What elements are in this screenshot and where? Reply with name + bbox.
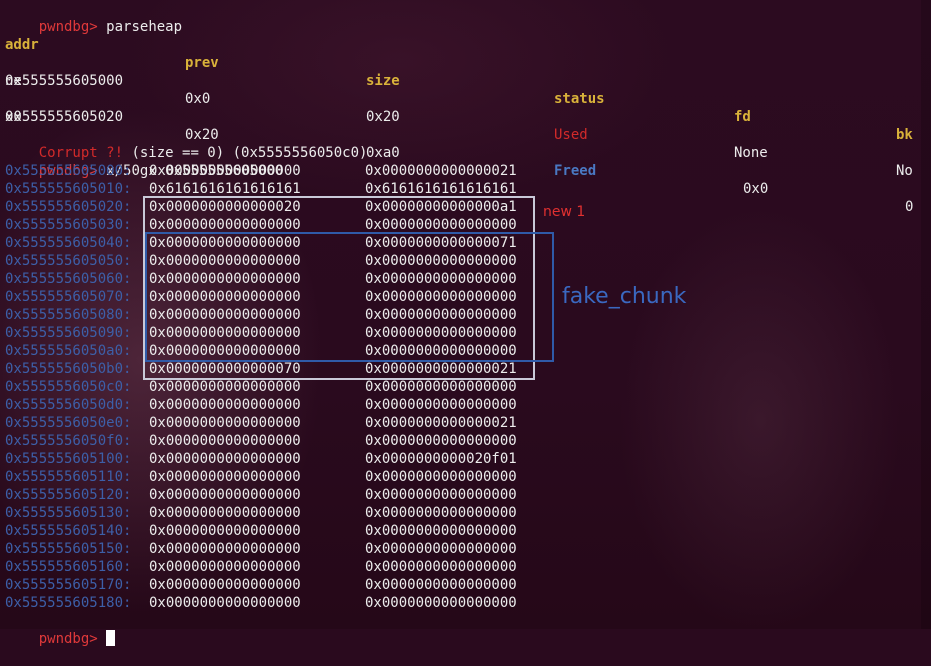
prompt-line-current[interactable]: pwndbg> <box>5 612 116 647</box>
memory-address: 0x5555556050f0: <box>5 433 132 449</box>
heap-table-row: 0x555555605020 0x20 0xa0 Freed 0x0 0 <box>5 90 920 215</box>
row-bk: No <box>896 163 913 179</box>
text-cursor <box>106 630 116 646</box>
memory-value-1: 0x0000000000000000 <box>149 415 301 431</box>
prompt-line-examine: pwndbg> x/50gx 0x555555605000 <box>5 144 283 179</box>
memory-value-2: 0x0000000000000021 <box>365 415 517 431</box>
fake-chunk-label: fake_chunk <box>562 284 687 309</box>
new-chunk-label: new 1 <box>543 204 586 220</box>
fake-chunk-box <box>145 232 554 362</box>
header-fd: fd <box>734 109 751 125</box>
memory-address: 0x555555605180: <box>5 595 132 611</box>
memory-value-1: 0x0000000000000000 <box>149 487 301 503</box>
memory-address: 0x555555605120: <box>5 487 132 503</box>
memory-address: 0x555555605090: <box>5 325 132 341</box>
row-bk: 0 <box>905 199 914 215</box>
memory-value-2: 0x0000000000000000 <box>365 577 517 593</box>
memory-address: 0x555555605050: <box>5 253 132 269</box>
memory-value-2: 0x0000000000000000 <box>365 487 517 503</box>
memory-address: 0x5555556050a0: <box>5 343 132 359</box>
terminal-output[interactable]: pwndbg> parseheap addr prev size status … <box>5 0 931 647</box>
memory-address: 0x555555605000: <box>5 163 132 179</box>
memory-value-2: 0x0000000000000000 <box>365 469 517 485</box>
memory-value-1: 0x0000000000000000 <box>149 523 301 539</box>
memory-address: 0x555555605150: <box>5 541 132 557</box>
memory-address: 0x5555556050e0: <box>5 415 132 431</box>
memory-value-2: 0x0000000000000000 <box>365 433 517 449</box>
memory-address: 0x5555556050d0: <box>5 397 132 413</box>
memory-value-2: 0x0000000000000000 <box>365 595 517 611</box>
memory-value-2: 0x0000000000000000 <box>365 397 517 413</box>
memory-address: 0x555555605170: <box>5 577 132 593</box>
memory-value-1: 0x0000000000000000 <box>149 433 301 449</box>
row-addr: 0x555555605020 <box>5 109 124 125</box>
row-wrap-text: ne <box>5 73 22 89</box>
prompt-label: pwndbg> <box>38 631 98 647</box>
memory-address: 0x555555605020: <box>5 199 132 215</box>
terminal-scrollbar[interactable] <box>921 0 931 629</box>
memory-value-1: 0x0000000000000000 <box>149 541 301 557</box>
memory-address: 0x555555605130: <box>5 505 132 521</box>
memory-address: 0x555555605040: <box>5 235 132 251</box>
row-addr: 0x555555605000 <box>5 73 124 89</box>
memory-address: 0x555555605070: <box>5 289 132 305</box>
memory-address: 0x555555605080: <box>5 307 132 323</box>
memory-address: 0x555555605010: <box>5 181 132 197</box>
memory-value-1: 0x0000000000000000 <box>149 379 301 395</box>
memory-value-2: 0x0000000000000021 <box>365 163 517 179</box>
memory-value-2: 0x0000000000020f01 <box>365 451 517 467</box>
memory-value-1: 0x0000000000000000 <box>149 505 301 521</box>
row-size: 0x20 <box>366 109 400 125</box>
header-size: size <box>366 73 400 89</box>
prompt-line-parseheap: pwndbg> parseheap <box>5 0 182 35</box>
memory-value-1: 0x0000000000000000 <box>149 559 301 575</box>
row-fd: None <box>734 145 768 161</box>
memory-address: 0x555555605100: <box>5 451 132 467</box>
memory-address: 0x555555605060: <box>5 271 132 287</box>
heap-table-header: addr prev size status fd bk <box>5 18 920 143</box>
memory-value-1: 0x0000000000000000 <box>149 577 301 593</box>
memory-value-1: 0x0000000000000000 <box>149 451 301 467</box>
memory-address: 0x5555556050b0: <box>5 361 132 377</box>
memory-address: 0x555555605140: <box>5 523 132 539</box>
row-fd: 0x0 <box>743 181 769 197</box>
memory-value-1: 0x0000000000000000 <box>149 595 301 611</box>
corrupt-warning: Corrupt ?! (size == 0) (0x5555556050c0) <box>5 126 368 161</box>
row-status-used: Used <box>554 127 588 143</box>
memory-address: 0x555555605030: <box>5 217 132 233</box>
row-size: 0xa0 <box>366 145 400 161</box>
memory-value-2: 0x0000000000000000 <box>365 379 517 395</box>
header-addr: addr <box>5 37 39 53</box>
memory-value-2: 0x0000000000000000 <box>365 559 517 575</box>
memory-value-1: 0x0000000000000000 <box>149 397 301 413</box>
memory-value-2: 0x0000000000000000 <box>365 505 517 521</box>
memory-address: 0x555555605160: <box>5 559 132 575</box>
row-status-freed: Freed <box>554 163 597 179</box>
header-bk: bk <box>896 127 913 143</box>
memory-value-2: 0x0000000000000000 <box>365 523 517 539</box>
memory-value-2: 0x0000000000000000 <box>365 541 517 557</box>
memory-address: 0x555555605110: <box>5 469 132 485</box>
memory-address: 0x5555556050c0: <box>5 379 132 395</box>
heap-table-row: 0x555555605000 0x0 0x20 Used None No <box>5 54 920 179</box>
row-wrap-text: x0 <box>5 109 22 125</box>
memory-value-1: 0x0000000000000000 <box>149 163 301 179</box>
memory-value-1: 0x0000000000000000 <box>149 469 301 485</box>
